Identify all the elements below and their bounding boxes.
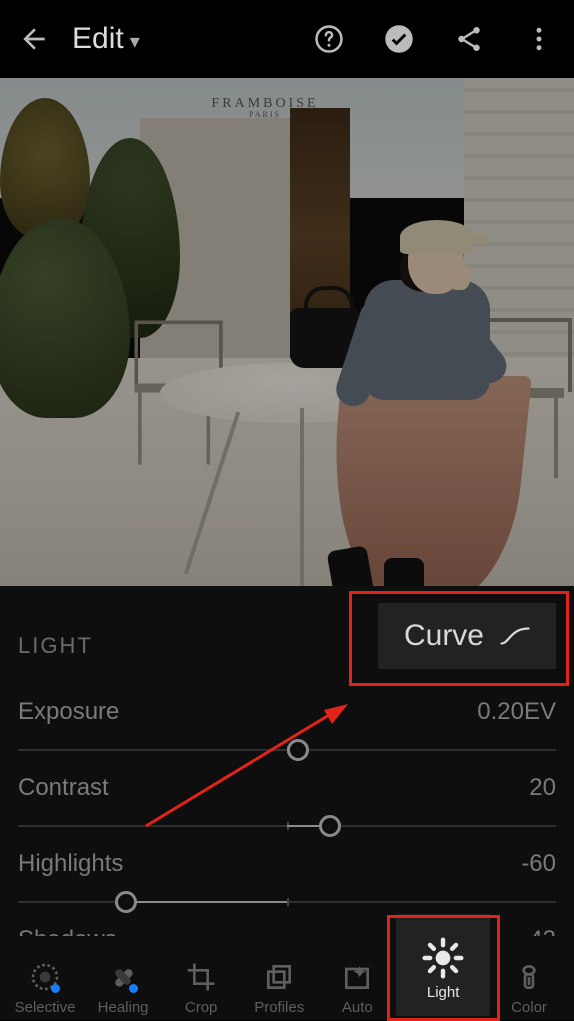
tool-label: Auto <box>342 999 373 1016</box>
light-icon <box>421 936 465 980</box>
curve-button-label: Curve <box>404 619 484 653</box>
chevron-down-icon: ▾ <box>130 29 140 54</box>
tool-label: Selective <box>15 999 76 1016</box>
tool-label: Light <box>427 984 460 1001</box>
screen-title-text: Edit <box>72 22 124 56</box>
share-icon[interactable] <box>452 22 486 56</box>
contrast-slider[interactable] <box>18 818 556 834</box>
tool-profiles[interactable]: Profiles <box>240 959 318 1016</box>
tool-color[interactable]: Color <box>490 959 568 1016</box>
highlights-slider[interactable] <box>18 894 556 910</box>
tool-label: Profiles <box>254 999 304 1016</box>
tool-crop[interactable]: Crop <box>162 959 240 1016</box>
color-icon <box>511 959 547 995</box>
tool-selective[interactable]: Selective <box>6 959 84 1016</box>
highlights-row: Highlights -60 <box>18 850 556 910</box>
confirm-icon[interactable] <box>382 22 416 56</box>
tool-healing[interactable]: Healing <box>84 959 162 1016</box>
highlights-value: -60 <box>521 850 556 878</box>
top-bar: Edit ▾ <box>0 0 574 78</box>
tool-auto[interactable]: Auto <box>318 959 396 1016</box>
help-icon[interactable] <box>312 22 346 56</box>
more-icon[interactable] <box>522 22 556 56</box>
profiles-icon <box>261 959 297 995</box>
section-title: LIGHT <box>18 613 378 659</box>
exposure-value: 0.20EV <box>477 698 556 726</box>
exposure-slider[interactable] <box>18 742 556 758</box>
tool-label: Color <box>511 999 547 1016</box>
highlights-label: Highlights <box>18 850 123 878</box>
back-icon[interactable] <box>18 23 50 55</box>
exposure-label: Exposure <box>18 698 119 726</box>
curve-button[interactable]: Curve <box>378 603 556 669</box>
curve-icon <box>500 625 530 647</box>
photo-preview[interactable]: FRAMBOISE PARIS <box>0 78 574 586</box>
tool-label: Healing <box>98 999 149 1016</box>
contrast-row: Contrast 20 <box>18 774 556 834</box>
contrast-value: 20 <box>529 774 556 802</box>
auto-icon <box>339 959 375 995</box>
selective-icon <box>27 959 63 995</box>
exposure-row: Exposure 0.20EV <box>18 698 556 758</box>
tool-label: Crop <box>185 999 218 1016</box>
healing-icon <box>105 959 141 995</box>
tool-light[interactable]: Light <box>396 914 490 1016</box>
bottom-toolbar: Selective Healing Crop Profiles Aut <box>0 936 574 1020</box>
screen-title[interactable]: Edit ▾ <box>72 22 140 56</box>
contrast-label: Contrast <box>18 774 109 802</box>
light-panel: LIGHT Curve Exposure 0.20EV Contrast 20 <box>0 586 574 1020</box>
crop-icon <box>183 959 219 995</box>
